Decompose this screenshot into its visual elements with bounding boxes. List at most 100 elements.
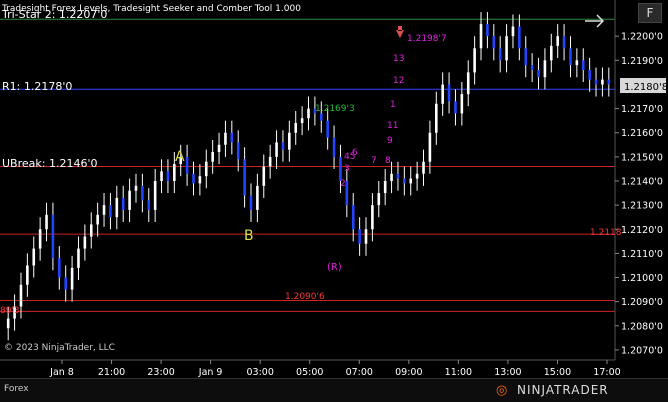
candle-body — [230, 132, 234, 143]
candle-body — [281, 142, 285, 150]
candle-body — [236, 142, 240, 160]
candle-body — [409, 178, 413, 184]
bottom-bar: Forex ◎ NINJATRADER — [0, 378, 668, 402]
candle-body — [550, 45, 553, 61]
candle-body — [601, 79, 604, 85]
candle-body — [249, 195, 253, 210]
candle-body — [256, 185, 259, 210]
candle-body — [537, 69, 540, 78]
candle-body — [371, 205, 374, 230]
candle-body — [588, 69, 591, 80]
candle-body — [83, 236, 87, 249]
candle-body — [479, 24, 483, 49]
brand-label: NINJATRADER — [517, 383, 609, 397]
candle-body — [160, 171, 163, 181]
candle-body — [562, 36, 566, 49]
candle-body — [141, 185, 144, 201]
seq-12: 12 — [393, 76, 404, 86]
time-tick-label: 05:00 — [296, 367, 323, 378]
candle-body — [102, 205, 106, 215]
candle-body — [147, 200, 151, 210]
time-tick-label: 03:00 — [246, 367, 273, 378]
candle-body — [198, 176, 202, 184]
wave-a-label: A — [175, 149, 185, 165]
candle-body — [70, 267, 74, 290]
ninja-logo-icon: ◎ — [496, 383, 508, 398]
candle-body — [19, 284, 23, 307]
candle-body — [511, 26, 515, 37]
candle-body — [96, 214, 99, 225]
candle-body — [294, 123, 298, 133]
candle-body — [460, 94, 464, 114]
candle-body — [128, 190, 131, 210]
candle-body — [364, 229, 368, 244]
candle-body — [211, 152, 214, 162]
candle-body — [498, 48, 502, 61]
wave-b-label: B — [244, 228, 254, 244]
time-tick-label: 17:00 — [593, 367, 620, 378]
window-title: Tradesight Forex Levels, Tradesight Seek… — [1, 4, 301, 14]
candle-body — [134, 185, 138, 191]
candle-body — [326, 120, 329, 138]
time-tick-label: 09:00 — [395, 367, 422, 378]
f-button[interactable]: F — [638, 3, 662, 23]
price-tick-label: 1.2140'0 — [621, 177, 663, 188]
seq-13: 13 — [393, 54, 404, 64]
price-tick-label: 1.2120'0 — [621, 225, 663, 236]
candle-body — [492, 36, 496, 49]
price-tick-label: 1.2200'0 — [621, 32, 663, 43]
candle-body — [466, 72, 470, 95]
candle-body — [166, 171, 170, 181]
candle-body — [447, 84, 451, 102]
time-tick-label: 13:00 — [494, 367, 521, 378]
candle-body — [192, 173, 195, 184]
candle-body — [32, 248, 36, 266]
copyright-label: © 2023 NinjaTrader, LLC — [4, 343, 115, 353]
level-left-label: 89'3 — [0, 306, 20, 316]
seq-1: 1 — [390, 100, 396, 110]
candle-body — [268, 156, 272, 167]
candle-body — [307, 108, 310, 119]
price-tick-label: 1.2090'0 — [621, 297, 663, 308]
price-chart[interactable]: 1.2200'0 1.2190'0 1.2170'0 1.2160'0 1.2150'0… — [0, 0, 668, 378]
candle-body — [473, 48, 476, 73]
candle-body — [383, 181, 387, 194]
candle-body — [217, 144, 221, 153]
candle-body — [319, 113, 323, 121]
candle-body — [173, 164, 176, 181]
candle-body — [64, 277, 67, 290]
ubreak-label: UBreak: 1.2146'0 — [2, 157, 97, 170]
time-tick-label: Jan 9 — [198, 367, 223, 378]
candle-body — [441, 84, 444, 104]
candle-body — [581, 60, 585, 70]
time-tick-label: Jan 8 — [49, 367, 74, 378]
candle-body — [275, 142, 278, 157]
candle-body — [396, 173, 400, 179]
candle-body — [115, 197, 119, 218]
time-tick-label: 11:00 — [445, 367, 472, 378]
time-tick-label: 23:00 — [147, 367, 174, 378]
current-price-label: 1.2180'8 — [624, 82, 668, 93]
time-tick-label: 07:00 — [346, 367, 373, 378]
tab-forex[interactable]: Forex — [4, 384, 29, 394]
candle-body — [332, 137, 336, 157]
candle-body — [243, 159, 246, 196]
candle-body — [415, 173, 419, 179]
seq-2: 2 — [340, 179, 346, 189]
level-2198-label: 1.2198'7 — [407, 34, 447, 44]
candle-body — [204, 161, 208, 177]
candle-body — [351, 205, 355, 230]
price-tick-label: 1.2190'0 — [621, 56, 663, 67]
seq-9: 9 — [387, 136, 393, 146]
time-tick-label: 21:00 — [98, 367, 125, 378]
candle-body — [77, 248, 80, 268]
candle-body — [358, 229, 361, 244]
candle-body — [422, 161, 425, 174]
candle-body — [377, 193, 381, 206]
candle-body — [486, 24, 489, 37]
price-tick-label: 1.2110'0 — [621, 249, 663, 260]
candle-body — [51, 214, 55, 259]
price-tick-label: 1.2100'0 — [621, 273, 663, 284]
candle-body — [38, 229, 42, 249]
seq-6: 6 — [352, 148, 358, 158]
